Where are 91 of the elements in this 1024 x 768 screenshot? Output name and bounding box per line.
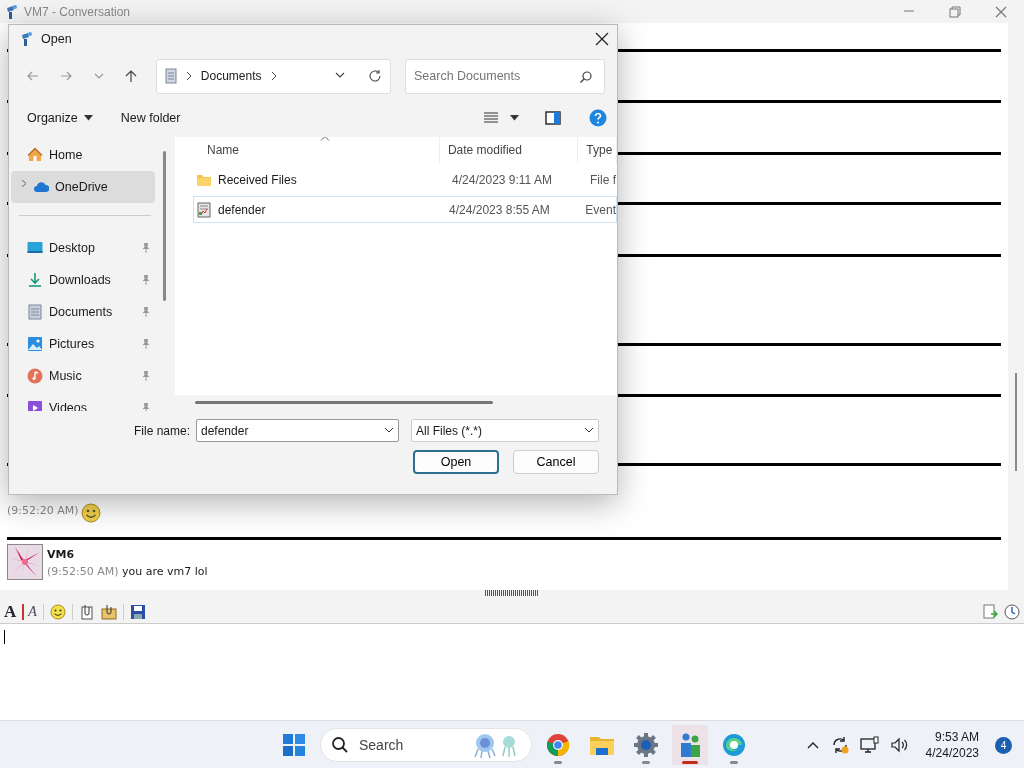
app-icon	[19, 31, 33, 47]
file-name-field[interactable]: defender	[196, 419, 399, 442]
nav-item[interactable]: Music	[11, 360, 155, 392]
chevron-down-icon	[584, 427, 594, 434]
file-type-dropdown[interactable]: All Files (*.*)	[411, 419, 599, 442]
restore-icon[interactable]	[948, 4, 962, 19]
chevron-right-icon	[184, 71, 193, 81]
scrollbar-thumb[interactable]	[195, 401, 493, 404]
document-icon	[164, 68, 177, 84]
browser-icon[interactable]	[721, 732, 747, 758]
documents-icon	[27, 304, 43, 320]
address-bar[interactable]: Documents	[155, 58, 391, 94]
search-icon	[579, 69, 593, 84]
cancel-button[interactable]: Cancel	[513, 450, 599, 474]
browser-icon[interactable]	[545, 732, 571, 758]
pin-icon[interactable]	[141, 274, 151, 286]
volume-icon[interactable]	[889, 736, 910, 754]
app-icon	[4, 3, 18, 20]
window-title: VM7 - Conversation	[24, 3, 131, 21]
cloud-icon	[33, 179, 49, 195]
desktop-icon	[27, 240, 43, 256]
pin-icon[interactable]	[141, 402, 151, 411]
pin-icon[interactable]	[141, 370, 151, 382]
close-icon[interactable]	[994, 4, 1008, 19]
home-icon	[27, 147, 43, 163]
message-input[interactable]	[0, 624, 1024, 720]
caret-icon[interactable]	[510, 115, 519, 121]
refresh-icon[interactable]	[368, 69, 382, 83]
file-name: defender	[218, 201, 266, 219]
folder-clip-icon[interactable]	[100, 603, 117, 620]
downloads-icon	[27, 272, 43, 288]
date-modified: 4/24/2023 8:55 AM	[448, 201, 551, 219]
file-type: File f	[589, 171, 616, 189]
chevron-right-icon[interactable]	[269, 71, 278, 81]
field-label: File name:	[133, 422, 190, 440]
font-style-button[interactable]: A	[22, 603, 37, 620]
save-icon[interactable]	[129, 603, 146, 620]
scrollbar-thumb[interactable]	[1015, 373, 1017, 471]
help-icon[interactable]	[589, 109, 607, 127]
file-row[interactable]: defender 4/24/2023 8:55 AM Event	[193, 196, 617, 223]
paperclip-icon[interactable]	[78, 603, 95, 620]
smiley-icon[interactable]	[49, 603, 66, 620]
search-icon	[331, 736, 349, 754]
open-button[interactable]: Open	[413, 450, 499, 474]
nav-item[interactable]: Documents	[11, 296, 155, 328]
notification-badge[interactable]: 4	[995, 736, 1012, 754]
taskbar-search[interactable]: Search	[320, 728, 532, 762]
start-icon[interactable]	[282, 733, 306, 757]
column-header[interactable]: Name	[175, 137, 440, 163]
clock[interactable]: 9:53 AM 4/24/2023	[919, 729, 985, 761]
nav-item[interactable]: Downloads	[11, 264, 155, 296]
search-field[interactable]: Search Documents	[405, 58, 605, 94]
gear-icon[interactable]	[633, 732, 659, 758]
font-button[interactable]: A	[4, 602, 17, 621]
pin-icon[interactable]	[141, 306, 151, 318]
new-folder-button[interactable]: New folder	[112, 104, 189, 132]
pictures-icon	[27, 336, 43, 352]
preview-pane-icon[interactable]	[545, 111, 561, 125]
file-name: Received Files	[218, 171, 297, 189]
message-text: you are vm7 lol	[122, 564, 208, 578]
chevron-down-icon	[384, 427, 394, 434]
date-modified: 4/24/2023 9:11 AM	[451, 171, 553, 189]
organize-menu[interactable]: Organize	[19, 104, 101, 132]
list-view-icon[interactable]	[484, 112, 498, 124]
log-file-icon	[196, 201, 212, 218]
nav-item[interactable]: Desktop	[11, 232, 155, 264]
smiley-icon	[80, 503, 101, 523]
pin-icon[interactable]	[141, 242, 151, 254]
network-icon[interactable]	[859, 736, 880, 754]
send-file-icon[interactable]	[982, 603, 998, 620]
chevron-up-icon[interactable]	[805, 740, 820, 750]
sender-name: VM6	[47, 547, 76, 563]
close-icon	[595, 32, 609, 46]
scrollbar-thumb[interactable]	[163, 151, 166, 301]
nav-item[interactable]: Videos	[11, 392, 155, 411]
file-type: Event	[584, 201, 616, 219]
timestamp: (9:52:50 AM)	[47, 564, 119, 578]
caret-icon	[83, 115, 93, 121]
resize-grip[interactable]	[485, 590, 539, 596]
column-header[interactable]: Type	[578, 137, 617, 163]
timestamp: (9:52:20 AM)	[7, 503, 79, 519]
nav-item[interactable]: OneDrive	[11, 171, 155, 203]
music-icon	[27, 368, 43, 384]
column-header[interactable]: Date modified	[439, 137, 579, 163]
breadcrumb[interactable]: Documents	[200, 67, 262, 85]
dialog-title: Open	[41, 30, 72, 48]
nav-item[interactable]: Home	[11, 139, 155, 171]
pin-icon[interactable]	[141, 338, 151, 350]
nav-item[interactable]: Pictures	[11, 328, 155, 360]
history-icon[interactable]	[1004, 603, 1020, 620]
file-row[interactable]: Received Files 4/24/2023 9:11 AM File f	[193, 166, 617, 193]
